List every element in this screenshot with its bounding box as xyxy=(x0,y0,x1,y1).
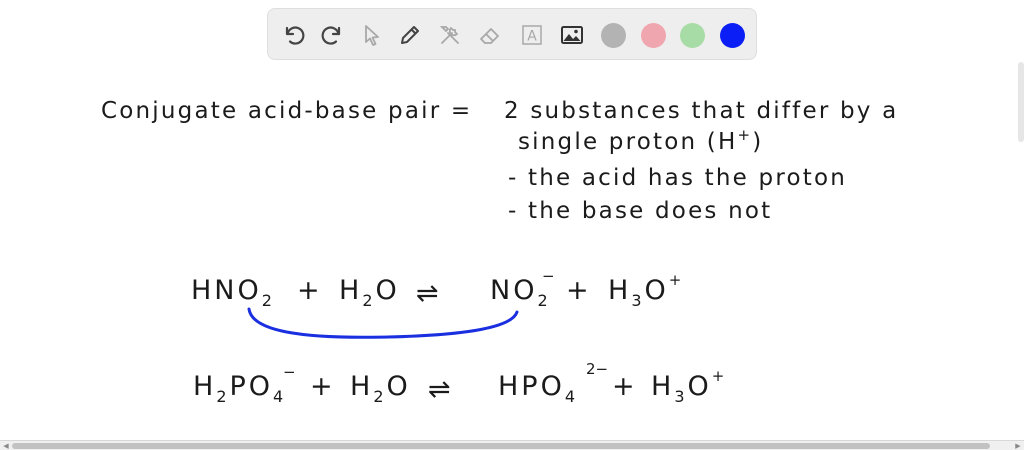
equation1-water: H2O xyxy=(339,275,400,310)
equation1-plus-1: + xyxy=(297,275,323,306)
scroll-right-icon[interactable]: ▶ xyxy=(1013,442,1023,450)
equation-nitrous-acid: HNO2 + H2O ⇌ NO2 − + H3O+ xyxy=(191,267,684,310)
equation-dihydrogen-phosphate: H2PO4 − + H2O ⇌ HPO4 2− + H3O+ xyxy=(193,360,727,406)
equation1-plus-2: + xyxy=(566,275,592,306)
equation2-acid-charge: − xyxy=(283,363,296,381)
equation1-equilibrium-arrow: ⇌ xyxy=(416,278,442,309)
scrollbar-thumb[interactable] xyxy=(12,443,990,449)
equation2-conjugate-base: HPO4 xyxy=(498,371,578,406)
equation2-equilibrium-arrow: ⇌ xyxy=(428,374,454,405)
whiteboard-canvas[interactable]: Conjugate acid-base pair = 2 substances … xyxy=(0,0,1024,440)
definition-point-acid: - the acid has the proton xyxy=(508,165,847,191)
equation2-acid: H2PO4 xyxy=(193,371,286,406)
equation1-base-charge: − xyxy=(542,267,555,285)
scroll-left-icon[interactable]: ◀ xyxy=(1,442,11,450)
definition-line-2: single proton (H+) xyxy=(518,126,763,155)
equation2-plus-2: + xyxy=(612,371,638,402)
horizontal-scrollbar[interactable]: ◀ ▶ xyxy=(0,440,1024,450)
conjugate-pair-bracket xyxy=(247,307,519,339)
equation2-base-charge: 2− xyxy=(586,360,608,378)
equation2-water: H2O xyxy=(350,371,411,406)
equation2-hydronium: H3O+ xyxy=(651,367,727,406)
equation1-hydronium: H3O+ xyxy=(608,271,684,310)
definition-point-base: - the base does not xyxy=(508,198,772,224)
equation1-acid: HNO2 xyxy=(191,275,275,310)
equation2-plus-1: + xyxy=(310,371,336,402)
definition-term: Conjugate acid-base pair = xyxy=(101,98,472,124)
definition-line-1: 2 substances that differ by a xyxy=(504,98,898,124)
